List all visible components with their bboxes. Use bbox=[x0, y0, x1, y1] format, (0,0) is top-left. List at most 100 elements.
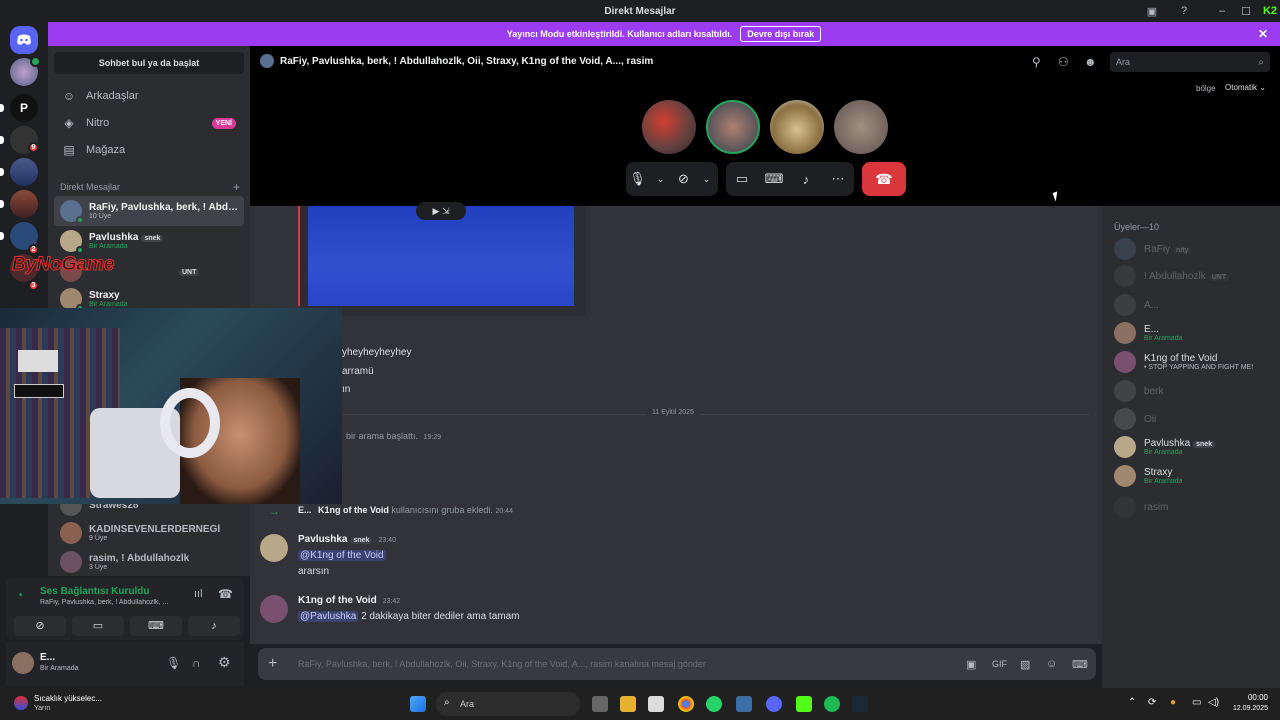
soundboard-icon[interactable]: ♪ bbox=[794, 172, 818, 187]
webcam-overlay bbox=[0, 308, 342, 504]
tray-app-icon[interactable]: ⟳ bbox=[1148, 697, 1156, 708]
microphone-icon[interactable]: 🎙 bbox=[166, 656, 181, 670]
camera-off-icon[interactable]: ⊘ bbox=[672, 171, 695, 187]
hang-up-button[interactable]: ☎ bbox=[862, 162, 906, 196]
server-p-icon[interactable]: P bbox=[10, 94, 38, 122]
member-item[interactable]: ! Abdullahozlk UNT bbox=[1114, 265, 1230, 287]
nav-nitro[interactable]: ◈ Nitro YENİ bbox=[54, 111, 244, 135]
attach-plus-icon[interactable]: + bbox=[268, 655, 277, 673]
volume-icon[interactable]: ◁) bbox=[1208, 697, 1219, 708]
more-icon[interactable]: ⋯ bbox=[826, 171, 850, 187]
shop-icon: ▤ bbox=[63, 143, 75, 157]
video-thumbnail[interactable]: ▶ ⇲ bbox=[308, 202, 574, 306]
steam-icon[interactable] bbox=[852, 696, 868, 712]
dm-item-group[interactable]: RaFiy, Pavlushka, berk, ! Abdullahozlk, … bbox=[54, 196, 244, 226]
dm-item[interactable]: KADINSEVENLERDERNEĞİ 9 Üye bbox=[54, 518, 244, 548]
member-item[interactable]: A... bbox=[1114, 294, 1159, 316]
sticker-icon[interactable]: ▧ bbox=[1020, 658, 1030, 671]
tray-chevron-icon[interactable]: ⌃ bbox=[1128, 697, 1136, 708]
member-item[interactable]: berk bbox=[1114, 380, 1163, 402]
member-item[interactable]: K1ng of the Void • STOP YAPPING AND FIGHT… bbox=[1114, 351, 1253, 373]
voice-channel[interactable]: RaFiy, Pavlushka, berk, ! Abdullahozlk, … bbox=[40, 599, 190, 606]
screen-share-button[interactable]: ▭ bbox=[72, 616, 124, 636]
weather-icon[interactable] bbox=[14, 696, 28, 710]
participant-avatar-speaking[interactable] bbox=[706, 100, 760, 154]
network-icon[interactable]: ▭ bbox=[1192, 697, 1201, 708]
screen-share-icon[interactable]: ▭ bbox=[730, 171, 754, 187]
mention[interactable]: @K1ng of the Void bbox=[298, 550, 386, 561]
microphone-icon[interactable]: 🎙 bbox=[626, 171, 649, 187]
message-author[interactable]: Pavlushka bbox=[298, 534, 347, 545]
participant-avatar[interactable] bbox=[834, 100, 888, 154]
inbox-icon[interactable]: ▣ bbox=[1142, 0, 1162, 22]
avatar[interactable] bbox=[260, 534, 288, 562]
member-item[interactable]: rasim bbox=[1114, 496, 1168, 518]
participant-avatar[interactable] bbox=[770, 100, 824, 154]
dm-item[interactable]: rasim, ! Abdullahozlk 3 Üye bbox=[54, 547, 244, 577]
pin-icon[interactable]: ⚲ bbox=[1032, 55, 1041, 69]
members-icon[interactable]: ☻ bbox=[1084, 55, 1097, 69]
nav-shop[interactable]: ▤ Mağaza bbox=[54, 138, 244, 162]
chevron-down-icon[interactable]: ⌄ bbox=[695, 174, 718, 185]
member-item[interactable]: RaFiy nity bbox=[1114, 238, 1192, 260]
discord-home-icon[interactable] bbox=[10, 26, 38, 54]
chrome-icon[interactable] bbox=[678, 696, 694, 712]
chevron-down-icon[interactable]: ⌄ bbox=[649, 174, 672, 185]
region-select[interactable]: Otomatik ⌄ bbox=[1225, 83, 1266, 92]
avatar[interactable] bbox=[12, 652, 34, 674]
weather-title[interactable]: Sıcaklık yükselec... bbox=[34, 694, 102, 703]
windows-start-icon[interactable] bbox=[410, 696, 426, 712]
server-icon[interactable] bbox=[10, 190, 38, 218]
whatsapp-icon[interactable] bbox=[706, 696, 722, 712]
play-icon[interactable]: ▶ ⇲ bbox=[416, 202, 466, 220]
disable-streamer-button[interactable]: Devre dışı bırak bbox=[740, 26, 822, 42]
member-item[interactable]: Pavlushka snek Bir Aramada bbox=[1114, 436, 1216, 458]
search-input[interactable]: Ara ⌕ bbox=[1110, 52, 1270, 72]
member-item[interactable]: E... Bir Aramada bbox=[1114, 322, 1183, 344]
dm-item[interactable]: Pavlushka snek Bir Aramada bbox=[54, 226, 244, 256]
find-conversation-button[interactable]: Sohbet bul ya da başlat bbox=[54, 52, 244, 74]
task-view-icon[interactable] bbox=[592, 696, 608, 712]
gift-icon[interactable]: ▣ bbox=[966, 658, 976, 671]
file-explorer-icon[interactable] bbox=[620, 696, 636, 712]
app-icon[interactable] bbox=[736, 696, 752, 712]
member-name: A... bbox=[1144, 299, 1160, 311]
maximize-button[interactable]: ☐ bbox=[1236, 0, 1256, 22]
tray-app-icon[interactable]: ● bbox=[1170, 697, 1176, 708]
create-dm-icon[interactable]: + bbox=[233, 180, 240, 194]
participant-avatar[interactable] bbox=[642, 100, 696, 154]
soundboard-button[interactable]: ♪ bbox=[188, 616, 240, 636]
mention[interactable]: @Pavlushka bbox=[298, 611, 359, 622]
minimize-button[interactable]: – bbox=[1212, 0, 1232, 22]
target[interactable]: K1ng of the Void bbox=[318, 505, 389, 515]
gif-icon[interactable]: GIF bbox=[992, 659, 1007, 669]
discord-icon[interactable] bbox=[766, 696, 782, 712]
message-input[interactable]: + RaFiy, Pavlushka, berk, ! Abdullahozlk… bbox=[258, 648, 1096, 680]
nav-friends[interactable]: ☺ Arkadaşlar bbox=[54, 84, 244, 108]
add-friends-icon[interactable]: ⚇ bbox=[1058, 55, 1069, 69]
server-icon[interactable] bbox=[10, 158, 38, 186]
clock-time[interactable]: 00:00 bbox=[1236, 693, 1268, 702]
help-icon[interactable]: ? bbox=[1174, 0, 1194, 22]
settings-gear-icon[interactable]: ⚙ bbox=[218, 654, 231, 671]
emoji-icon[interactable]: ☺ bbox=[1046, 658, 1057, 670]
avatar[interactable] bbox=[260, 595, 288, 623]
activity-button[interactable]: ⌨ bbox=[130, 616, 182, 636]
member-item[interactable]: Straxy Bir Aramada bbox=[1114, 465, 1183, 487]
member-item[interactable]: Oii bbox=[1114, 408, 1156, 430]
camera-off-button[interactable]: ⊘ bbox=[14, 616, 66, 636]
close-icon[interactable]: ✕ bbox=[1258, 27, 1268, 41]
headphones-icon[interactable]: ∩ bbox=[192, 656, 201, 670]
taskbar-search[interactable]: ⌕ Ara bbox=[436, 692, 580, 716]
disconnect-icon[interactable]: ☎ bbox=[218, 587, 233, 601]
message-author[interactable]: K1ng of the Void bbox=[298, 595, 377, 606]
activity-icon[interactable]: ⌨ bbox=[762, 171, 786, 187]
clock-date[interactable]: 12.09.2025 bbox=[1224, 705, 1268, 712]
headset-image bbox=[160, 388, 220, 458]
noise-suppression-icon[interactable]: ııl bbox=[194, 588, 203, 600]
store-icon[interactable] bbox=[648, 696, 664, 712]
actor[interactable]: E... bbox=[298, 505, 312, 515]
kick-icon[interactable] bbox=[796, 696, 812, 712]
spotify-icon[interactable] bbox=[824, 696, 840, 712]
game-icon[interactable]: ⌨ bbox=[1072, 658, 1088, 671]
